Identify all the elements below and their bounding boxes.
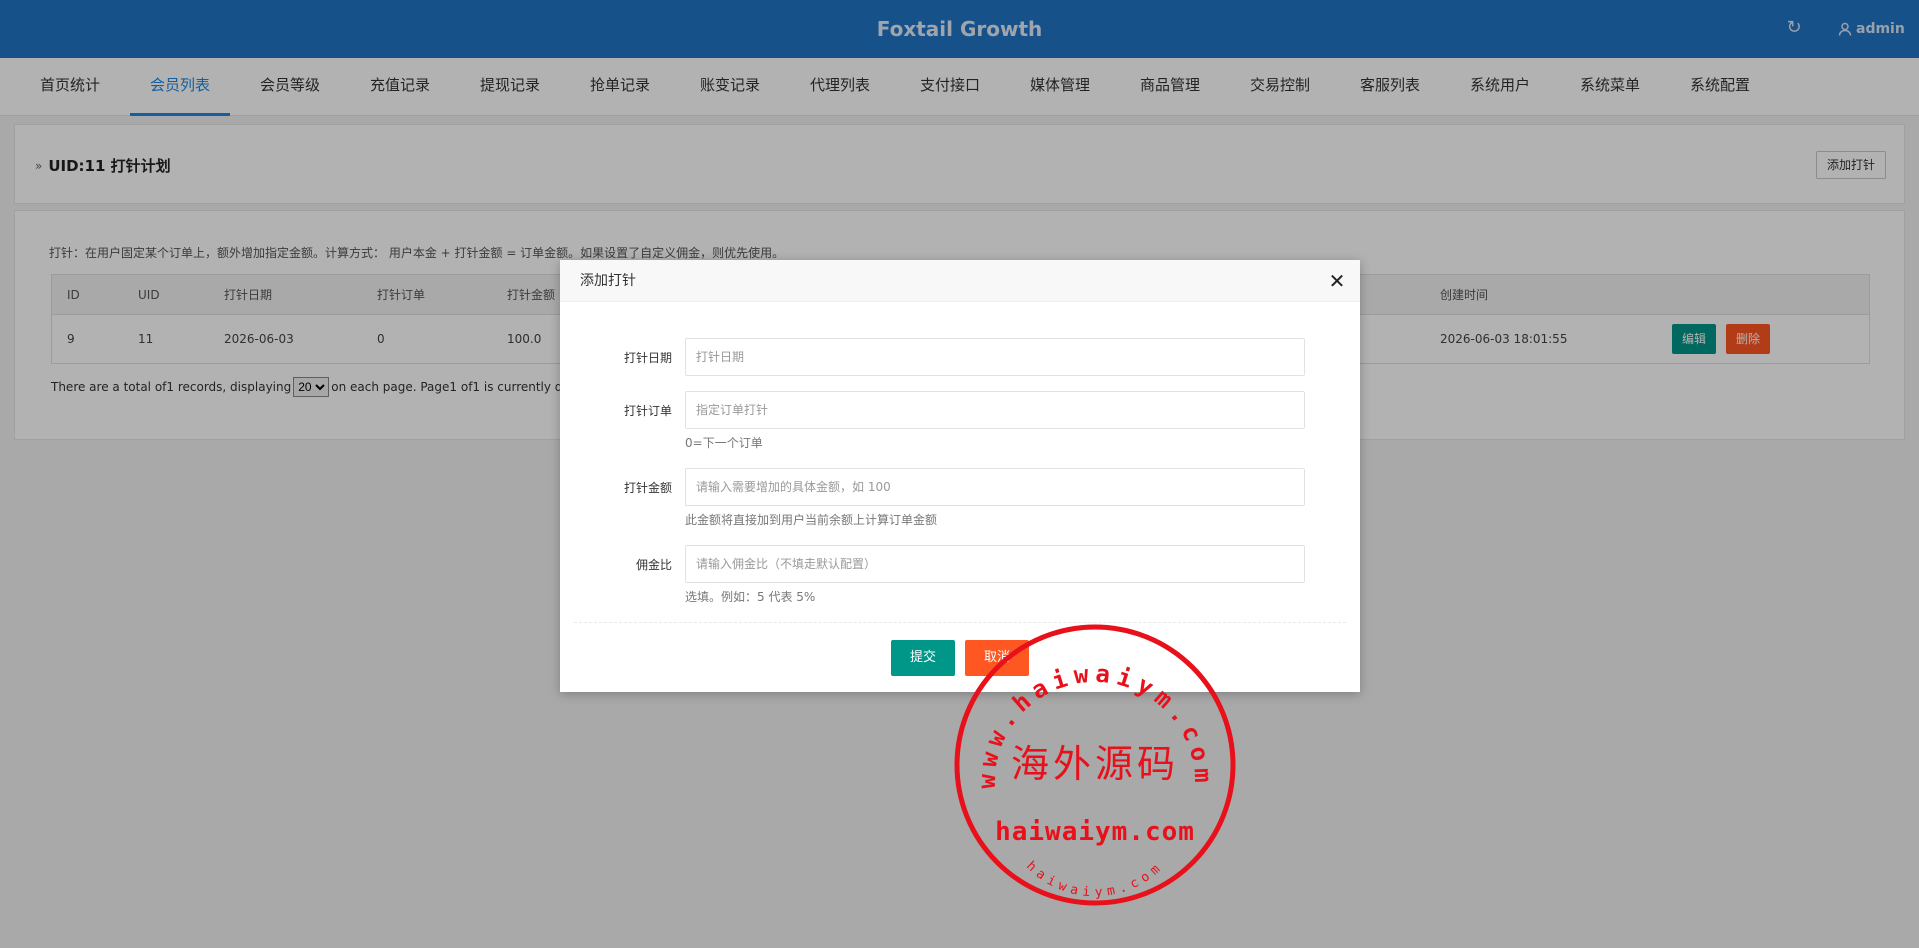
cancel-button[interactable]: 取消 (965, 640, 1029, 676)
amount-input[interactable] (685, 468, 1305, 506)
commission-hint: 选填。例如：5 代表 5% (685, 590, 816, 604)
date-label: 打针日期 (623, 351, 672, 365)
dialog-header: 添加打针 ✕ (560, 260, 1360, 302)
commission-input[interactable] (685, 545, 1305, 583)
submit-button[interactable]: 提交 (891, 640, 955, 676)
date-input[interactable] (685, 338, 1305, 376)
commission-label: 佣金比 (635, 558, 672, 572)
order-input[interactable] (685, 391, 1305, 429)
add-injection-dialog: 添加打针 ✕ 打针日期 打针订单 0=下一个订单 打针金额 此金额将直接加到用户… (560, 260, 1360, 692)
amount-label: 打针金额 (623, 481, 672, 495)
dialog-divider (574, 622, 1346, 623)
form-row-order: 打针订单 (560, 391, 1360, 431)
dialog-title: 添加打针 (580, 273, 636, 289)
order-label: 打针订单 (623, 404, 672, 418)
amount-hint: 此金额将直接加到用户当前余额上计算订单金额 (685, 513, 938, 527)
form-row-commission: 佣金比 (560, 545, 1360, 585)
order-hint: 0=下一个订单 (685, 436, 763, 450)
form-row-date: 打针日期 (560, 338, 1360, 378)
close-icon[interactable]: ✕ (1327, 271, 1347, 291)
form-row-amount: 打针金额 (560, 468, 1360, 508)
